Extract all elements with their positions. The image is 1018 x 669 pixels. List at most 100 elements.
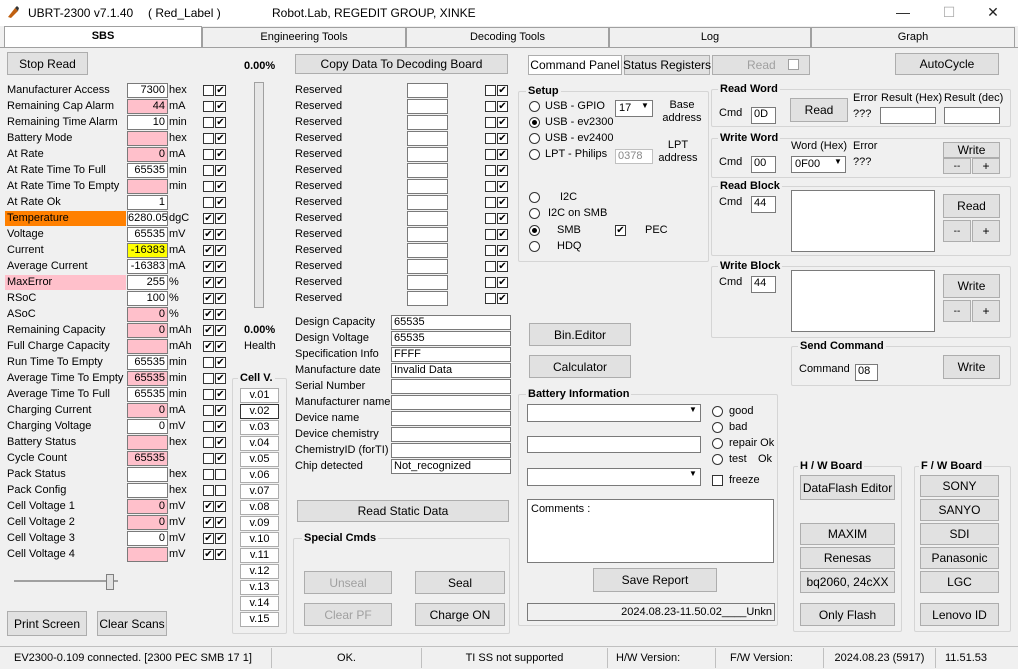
repair-ok-radio[interactable] [712, 438, 723, 449]
reserved-log-checkbox[interactable]: ✔ [497, 277, 508, 288]
read-block-minus-button[interactable]: -- [943, 220, 971, 242]
register-plot-checkbox[interactable] [203, 101, 214, 112]
usb-gpio-radio[interactable] [529, 101, 540, 112]
bin-editor-button[interactable]: Bin.Editor [529, 323, 631, 346]
reserved-plot-checkbox[interactable] [485, 293, 496, 304]
good-radio[interactable] [712, 406, 723, 417]
register-log-checkbox[interactable]: ✔ [215, 117, 226, 128]
bad-radio[interactable] [712, 422, 723, 433]
register-plot-checkbox[interactable] [203, 181, 214, 192]
unseal-button[interactable]: Unseal [304, 571, 392, 594]
register-plot-checkbox[interactable] [203, 133, 214, 144]
cell-voltage-button[interactable]: v.13 [240, 580, 279, 595]
lpt-address-field[interactable]: 0378 [615, 149, 653, 164]
close-button[interactable]: ✕ [970, 0, 1016, 26]
battery-info-select-2[interactable]: ▼ [527, 468, 701, 486]
result-dec-field[interactable] [944, 107, 1000, 124]
result-hex-field[interactable] [880, 107, 936, 124]
smb-radio[interactable] [529, 225, 540, 236]
renesas-button[interactable]: Renesas [800, 547, 895, 569]
register-plot-checkbox[interactable] [203, 165, 214, 176]
register-log-checkbox[interactable]: ✔ [215, 197, 226, 208]
reserved-plot-checkbox[interactable] [485, 133, 496, 144]
write-block-data-area[interactable] [791, 270, 935, 332]
save-report-button[interactable]: Save Report [593, 568, 717, 592]
write-block-cmd-input[interactable]: 44 [751, 276, 776, 293]
register-log-checkbox[interactable]: ✔ [215, 85, 226, 96]
reserved-plot-checkbox[interactable] [485, 213, 496, 224]
write-block-minus-button[interactable]: -- [943, 300, 971, 322]
register-log-checkbox[interactable]: ✔ [215, 341, 226, 352]
reserved-log-checkbox[interactable]: ✔ [497, 101, 508, 112]
reserved-plot-checkbox[interactable] [485, 165, 496, 176]
register-plot-checkbox[interactable]: ✔ [203, 277, 214, 288]
register-log-checkbox[interactable]: ✔ [215, 453, 226, 464]
reserved-plot-checkbox[interactable] [485, 117, 496, 128]
register-log-checkbox[interactable]: ✔ [215, 357, 226, 368]
register-plot-checkbox[interactable] [203, 117, 214, 128]
pec-checkbox[interactable]: ✔ [615, 225, 626, 236]
register-plot-checkbox[interactable] [203, 469, 214, 480]
register-plot-checkbox[interactable] [203, 373, 214, 384]
reserved-plot-checkbox[interactable] [485, 261, 496, 272]
status-registers-button[interactable]: Status Registers [623, 55, 711, 75]
sony-button[interactable]: SONY [920, 475, 999, 497]
lenovo-id-button[interactable]: Lenovo ID [920, 603, 999, 626]
register-plot-checkbox[interactable] [203, 389, 214, 400]
reserved-log-checkbox[interactable]: ✔ [497, 85, 508, 96]
write-block-plus-button[interactable]: + [972, 300, 1000, 322]
register-plot-checkbox[interactable]: ✔ [203, 501, 214, 512]
cell-voltage-button[interactable]: v.14 [240, 596, 279, 611]
stop-read-button[interactable]: Stop Read [7, 52, 88, 75]
tab-decoding-tools[interactable]: Decoding Tools [406, 27, 609, 47]
write-word-button[interactable]: Write [943, 142, 1000, 158]
cell-voltage-button[interactable]: v.07 [240, 484, 279, 499]
cell-voltage-button[interactable]: v.06 [240, 468, 279, 483]
write-word-plus-button[interactable]: + [972, 158, 1000, 174]
maxim-button[interactable]: MAXIM [800, 523, 895, 545]
register-log-checkbox[interactable]: ✔ [215, 261, 226, 272]
word-hex-select[interactable]: 0F00 ▼ [791, 156, 846, 173]
cell-voltage-button[interactable]: v.12 [240, 564, 279, 579]
freeze-checkbox[interactable] [712, 475, 723, 486]
register-log-checkbox[interactable]: ✔ [215, 517, 226, 528]
write-word-cmd-input[interactable]: 00 [751, 156, 776, 173]
battery-info-select-1[interactable]: ▼ [527, 404, 701, 422]
cell-voltage-button[interactable]: v.09 [240, 516, 279, 531]
register-log-checkbox[interactable]: ✔ [215, 501, 226, 512]
register-log-checkbox[interactable]: ✔ [215, 101, 226, 112]
register-plot-checkbox[interactable]: ✔ [203, 341, 214, 352]
cell-voltage-button[interactable]: v.01 [240, 388, 279, 403]
battery-info-field[interactable] [527, 436, 701, 453]
register-log-checkbox[interactable]: ✔ [215, 309, 226, 320]
register-log-checkbox[interactable]: ✔ [215, 533, 226, 544]
usb-ev2400-radio[interactable] [529, 133, 540, 144]
cell-voltage-button[interactable]: v.15 [240, 612, 279, 627]
register-log-checkbox[interactable]: ✔ [215, 421, 226, 432]
read-word-button[interactable]: Read [790, 98, 848, 122]
register-log-checkbox[interactable]: ✔ [215, 373, 226, 384]
tab-log[interactable]: Log [609, 27, 811, 47]
reserved-plot-checkbox[interactable] [485, 101, 496, 112]
read-block-data-area[interactable] [791, 190, 935, 252]
clear-pf-button[interactable]: Clear PF [304, 603, 392, 626]
sanyo-button[interactable]: SANYO [920, 499, 999, 521]
cell-voltage-button[interactable]: v.04 [240, 436, 279, 451]
register-plot-checkbox[interactable]: ✔ [203, 309, 214, 320]
register-log-checkbox[interactable]: ✔ [215, 181, 226, 192]
charge-on-button[interactable]: Charge ON [415, 603, 505, 626]
register-plot-checkbox[interactable]: ✔ [203, 549, 214, 560]
scan-slider-track[interactable] [14, 580, 118, 582]
register-plot-checkbox[interactable]: ✔ [203, 245, 214, 256]
cell-voltage-button[interactable]: v.11 [240, 548, 279, 563]
tab-engineering-tools[interactable]: Engineering Tools [202, 27, 406, 47]
reserved-log-checkbox[interactable]: ✔ [497, 133, 508, 144]
register-log-checkbox[interactable]: ✔ [215, 293, 226, 304]
read-block-button[interactable]: Read [943, 194, 1000, 218]
tab-sbs[interactable]: SBS [4, 26, 202, 48]
register-plot-checkbox[interactable] [203, 85, 214, 96]
register-log-checkbox[interactable]: ✔ [215, 229, 226, 240]
command-panel-button[interactable]: Command Panel [528, 55, 622, 75]
register-plot-checkbox[interactable] [203, 357, 214, 368]
calculator-button[interactable]: Calculator [529, 355, 631, 378]
